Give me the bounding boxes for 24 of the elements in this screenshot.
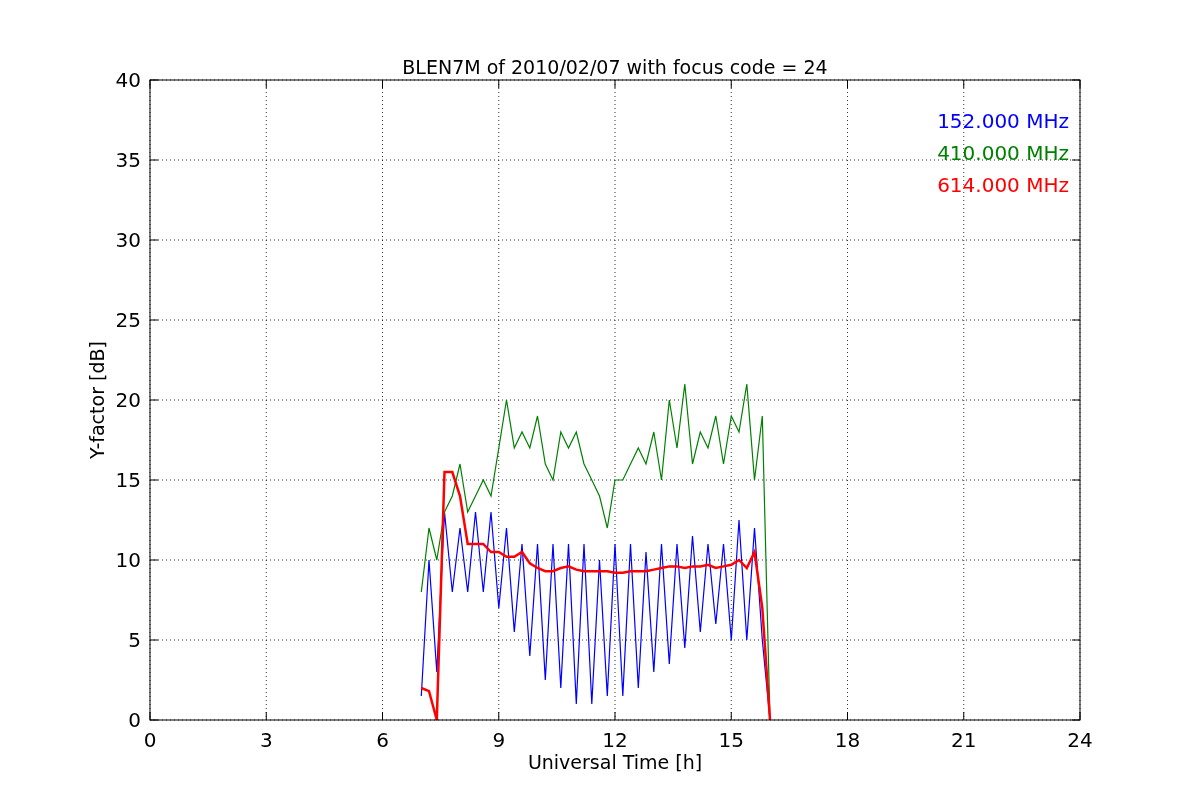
tick-label: 35 bbox=[115, 148, 141, 172]
tick-label: 21 bbox=[951, 728, 977, 752]
tick-label: 3 bbox=[259, 728, 273, 752]
chart-title: BLEN7M of 2010/02/07 with focus code = 24 bbox=[402, 56, 828, 78]
tick-label: 12 bbox=[602, 728, 628, 752]
tick-label: 24 bbox=[1067, 728, 1093, 752]
tick-label: 0 bbox=[143, 728, 157, 752]
tick-label: 5 bbox=[128, 628, 141, 652]
x-axis-label: Universal Time [h] bbox=[527, 751, 703, 773]
tick-label: 40 bbox=[115, 68, 141, 92]
y-axis-label: Y-factor [dB] bbox=[86, 341, 108, 459]
tick-label: 15 bbox=[718, 728, 744, 752]
legend-label: 152.000 MHz bbox=[937, 109, 1069, 133]
tick-label: 18 bbox=[834, 728, 861, 752]
tick-label: 15 bbox=[115, 468, 141, 492]
tick-label: 6 bbox=[376, 728, 389, 752]
tick-label: 30 bbox=[115, 228, 141, 252]
legend-label: 614.000 MHz bbox=[937, 173, 1069, 197]
tick-label: 25 bbox=[115, 308, 141, 332]
tick-label: 20 bbox=[115, 388, 141, 412]
legend-label: 410.000 MHz bbox=[937, 141, 1069, 165]
tick-label: 10 bbox=[115, 548, 141, 572]
tick-label: 0 bbox=[128, 708, 141, 732]
tick-label: 9 bbox=[492, 728, 506, 752]
